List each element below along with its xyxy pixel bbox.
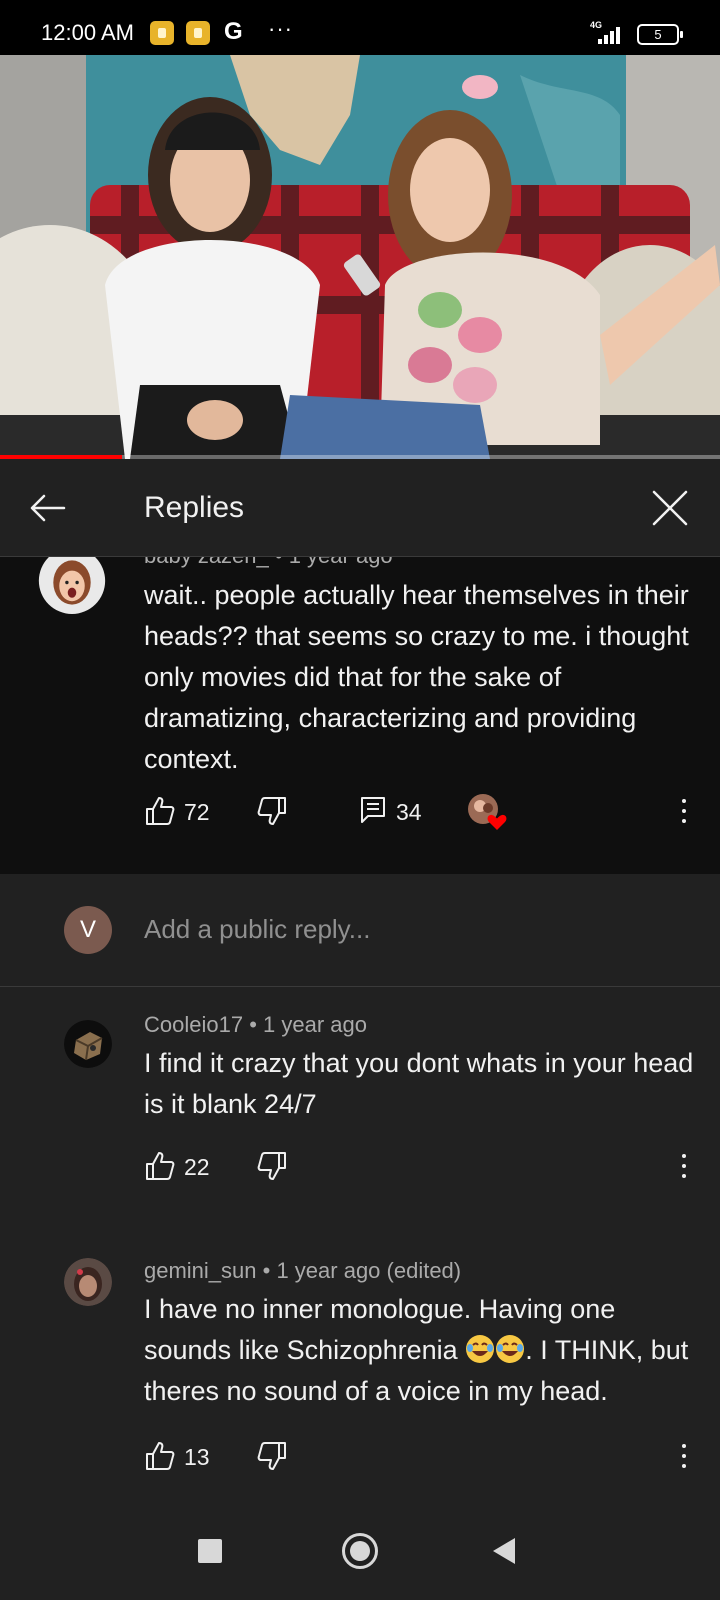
- more-notifications-icon: ···: [268, 16, 293, 41]
- reply-author[interactable]: gemini_sun: [144, 1258, 257, 1283]
- reply-icon[interactable]: [360, 796, 386, 824]
- battery-icon: 5: [637, 24, 683, 45]
- reply-text: I find it crazy that you dont whats in y…: [144, 1048, 694, 1119]
- comment-author[interactable]: baby zazen_: [144, 557, 269, 568]
- dislike-icon[interactable]: [256, 1440, 288, 1472]
- system-nav-bar: [0, 1500, 720, 1600]
- google-icon: G: [224, 18, 243, 45]
- laughing-emoji-icon: [466, 1335, 495, 1363]
- reply-author-avatar[interactable]: [64, 1020, 112, 1068]
- like-count: 22: [184, 1154, 210, 1180]
- recents-icon[interactable]: [198, 1539, 222, 1563]
- back-icon[interactable]: [493, 1538, 515, 1564]
- like-icon[interactable]: [144, 1440, 176, 1472]
- commenter-avatar[interactable]: [32, 557, 112, 625]
- reply-text: I have no inner monologue. Having one so…: [144, 1289, 696, 1412]
- reply-time: 1 year ago (edited): [276, 1258, 462, 1283]
- user-avatar: V: [64, 906, 112, 954]
- video-player[interactable]: [0, 55, 720, 459]
- home-icon[interactable]: [342, 1533, 378, 1569]
- comment-meta: baby zazen_ • 1 year ago: [144, 557, 393, 569]
- status-bar: 12:00 AM G ··· 4G 5: [0, 0, 720, 55]
- laughing-emoji-icon: [496, 1335, 525, 1363]
- notification-app-icon: [186, 21, 210, 45]
- reply-meta: Cooleio17 • 1 year ago: [144, 1012, 367, 1037]
- like-count: 13: [184, 1444, 210, 1470]
- reply-count: 34: [396, 799, 422, 825]
- like-icon[interactable]: [144, 1150, 176, 1182]
- video-frame: [0, 55, 720, 459]
- status-time: 12:00 AM: [41, 20, 134, 45]
- reply-actions: 13: [0, 1438, 720, 1478]
- replies-header: Replies: [0, 459, 720, 557]
- reply-author[interactable]: Cooleio17: [144, 1012, 243, 1037]
- signal-icon: [598, 26, 626, 44]
- parent-comment: baby zazen_ • 1 year ago wait.. people a…: [0, 557, 720, 874]
- reply-actions: 22: [0, 1148, 720, 1188]
- comment-time: 1 year ago: [289, 557, 393, 568]
- close-icon[interactable]: [648, 486, 692, 530]
- reply-input[interactable]: Add a public reply...: [144, 914, 370, 945]
- dislike-icon[interactable]: [256, 1150, 288, 1182]
- notification-app-icon: [150, 21, 174, 45]
- comment-actions: 72 34: [0, 793, 720, 833]
- reply-author-avatar[interactable]: [64, 1258, 112, 1306]
- more-vert-icon[interactable]: [676, 795, 692, 827]
- reply-meta: gemini_sun • 1 year ago (edited): [144, 1258, 462, 1283]
- like-count: 72: [184, 799, 210, 825]
- creator-heart-icon: [468, 794, 507, 830]
- dislike-icon[interactable]: [256, 795, 288, 827]
- back-arrow-icon[interactable]: [26, 486, 70, 530]
- like-icon[interactable]: [144, 795, 176, 827]
- reply-time: 1 year ago: [263, 1012, 367, 1037]
- page-title: Replies: [144, 491, 245, 524]
- more-vert-icon[interactable]: [676, 1150, 692, 1182]
- more-vert-icon[interactable]: [676, 1440, 692, 1472]
- add-reply-bar: V Add a public reply...: [0, 874, 720, 987]
- comment-text: wait.. people actually hear themselves i…: [144, 580, 689, 774]
